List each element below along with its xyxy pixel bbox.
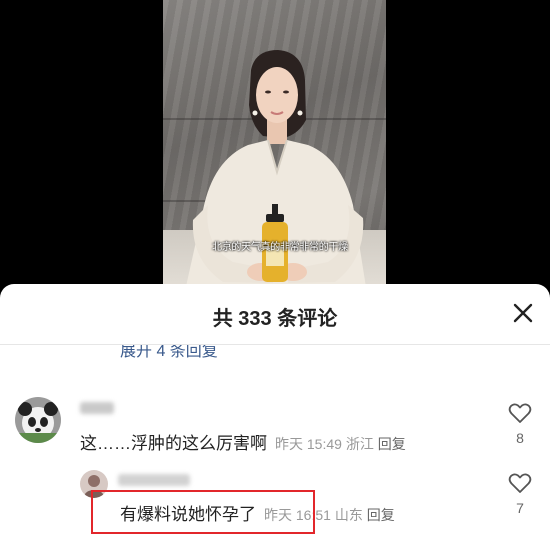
- panda-avatar-icon: [15, 397, 61, 443]
- username-blurred[interactable]: [118, 474, 190, 486]
- close-icon[interactable]: [512, 302, 534, 324]
- reply-button[interactable]: 回复: [367, 507, 395, 523]
- reply-button[interactable]: 回复: [378, 436, 406, 452]
- comment-time: 昨天 16:51: [264, 507, 331, 523]
- username-blurred[interactable]: [80, 402, 114, 414]
- heart-icon: [508, 403, 532, 423]
- heart-icon: [508, 473, 532, 493]
- comment-time: 昨天 15:49: [275, 436, 342, 452]
- header-divider: [0, 344, 550, 345]
- comment-body: 这……浮肿的这么厉害啊 昨天 15:49 浙江 回复: [80, 429, 406, 454]
- comment-location: 山东: [334, 507, 363, 523]
- avatar[interactable]: [80, 470, 108, 498]
- video-player[interactable]: 北京的天气真的非常非常的干燥: [0, 0, 550, 300]
- like-button[interactable]: 8: [505, 402, 535, 446]
- avatar[interactable]: [15, 397, 61, 443]
- presenter-figure: [183, 50, 368, 300]
- comments-count-title: 共 333 条评论: [212, 308, 338, 330]
- video-frame: [163, 0, 386, 300]
- comment-text: 这……浮肿的这么厉害啊: [80, 434, 267, 453]
- user-avatar-icon: [80, 470, 108, 498]
- like-count: 7: [516, 500, 524, 516]
- comment-body: 有爆料说她怀孕了 昨天 16:51 山东 回复: [120, 500, 395, 525]
- like-count: 8: [516, 430, 524, 446]
- comments-sheet: 共 333 条评论 展开 4 条回复 这……浮肿的这么厉害啊 昨天 15:49 浙…: [0, 284, 550, 536]
- video-caption: 北京的天气真的非常非常的干燥: [212, 242, 348, 253]
- comment-text: 有爆料说她怀孕了: [120, 505, 256, 524]
- like-button[interactable]: 7: [505, 472, 535, 516]
- comment-location: 浙江: [345, 436, 374, 452]
- expand-replies-link[interactable]: 展开 4 条回复: [120, 345, 218, 361]
